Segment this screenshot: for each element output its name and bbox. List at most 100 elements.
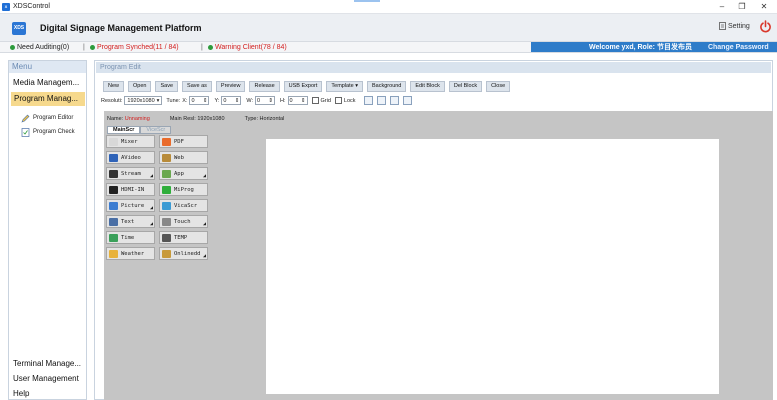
sidebar-subitem-program-editor[interactable]: Program Editor: [9, 111, 86, 125]
widget-temp-button[interactable]: TEMP: [159, 231, 208, 244]
picture-icon: [109, 201, 118, 210]
widget-app-button[interactable]: App ◢: [159, 167, 208, 180]
align-center-icon[interactable]: [376, 96, 386, 105]
tune-label: Tune:: [166, 97, 181, 104]
widget-hdmi-in-button[interactable]: HDMI-IN: [106, 183, 155, 196]
w-stepper[interactable]: 0 ⇕: [255, 96, 276, 105]
widget-label: TEMP: [174, 234, 188, 241]
widget-stream-button[interactable]: Stream ◢: [106, 167, 155, 180]
y-stepper[interactable]: 0 ⇕: [221, 96, 242, 105]
dropdown-arrow-icon: ▾: [355, 83, 359, 89]
setting-button[interactable]: Setting: [719, 22, 750, 30]
open-button[interactable]: Open: [128, 81, 152, 92]
mixer-icon: [109, 137, 118, 146]
platform-logo: XDS: [12, 22, 26, 35]
widget-label: Text: [121, 218, 135, 225]
layout-toolbar: Resoluti: 1920x1080 ▾ Tune: X: 0 ⇕ Y: 0 ⇕ W…: [101, 96, 412, 105]
program-synched-status[interactable]: Program Synched(11 / 84): [90, 44, 179, 51]
save-button[interactable]: Save: [155, 81, 179, 92]
need-auditing-label: Need Auditing(0): [17, 44, 70, 51]
stepper-arrows-icon: ⇕: [202, 97, 208, 104]
widget-label: Onlinedd: [174, 250, 201, 257]
warning-client-status[interactable]: Warning Client(78 / 84): [208, 44, 287, 51]
resolution-select[interactable]: 1920x1080 ▾: [124, 96, 163, 105]
grid-checkbox[interactable]: [311, 97, 319, 104]
submenu-indicator-icon: ◢: [202, 173, 206, 179]
x-stepper[interactable]: 0 ⇕: [189, 96, 210, 105]
align-right-icon[interactable]: [389, 96, 399, 105]
type-label: Type:: [244, 116, 259, 122]
template-label: Template: [331, 83, 354, 89]
program-name-value: Unnaming: [124, 116, 150, 122]
editor-workarea: Name: Unnaming Main Resl: 1920x1080 Type…: [104, 111, 773, 400]
widget-palette: Mixer PDF AVideo Web Stream ◢ App ◢ HDMI-IN MiPro…: [106, 135, 208, 260]
widget-label: Picture: [121, 202, 145, 209]
widget-weather-button[interactable]: Weather: [106, 247, 155, 260]
resolution-label: Resoluti:: [101, 97, 123, 104]
main-resolution-field: Main Resl: 1920x1080: [170, 116, 225, 122]
change-password-link[interactable]: Change Password: [708, 44, 769, 51]
align-left-icon[interactable]: [363, 96, 373, 105]
status-ok-dot-icon: [90, 45, 95, 50]
widget-label: Time: [121, 234, 135, 241]
save-as-button[interactable]: Save as: [182, 81, 212, 92]
background-button[interactable]: Background: [367, 81, 407, 92]
widget-picture-button[interactable]: Picture ◢: [106, 199, 155, 212]
sidebar-item-program-management[interactable]: Program Manag...: [11, 92, 85, 106]
widget-touch-button[interactable]: Touch ◢: [159, 215, 208, 228]
widget-text-button[interactable]: Text ◢: [106, 215, 155, 228]
sidebar-item-media-management[interactable]: Media Managem...: [9, 76, 86, 90]
sidebar-item-terminal-management[interactable]: Terminal Manage...: [9, 357, 86, 371]
maximize-button[interactable]: ❐: [731, 0, 753, 13]
usb-export-button[interactable]: USB Export: [283, 81, 323, 92]
widget-label: VicaScr: [174, 202, 198, 209]
screen-tabs: MainScr ViceScr: [107, 126, 172, 134]
h-stepper[interactable]: 0 ⇕: [287, 96, 308, 105]
lock-checkbox[interactable]: [334, 97, 342, 104]
widget-pdf-button[interactable]: PDF: [159, 135, 208, 148]
tab-vicescr[interactable]: ViceScr: [140, 126, 172, 134]
minimize-button[interactable]: –: [711, 0, 733, 13]
widget-mixer-button[interactable]: Mixer: [106, 135, 155, 148]
sidebar-item-help[interactable]: Help: [9, 387, 86, 400]
widget-time-button[interactable]: Time: [106, 231, 155, 244]
pencil-icon: [21, 114, 30, 123]
del-block-button[interactable]: Del Block: [448, 81, 483, 92]
program-canvas[interactable]: [266, 139, 719, 394]
sidebar-item-user-management[interactable]: User Management: [9, 372, 86, 386]
status-separator: |: [83, 44, 85, 51]
y-label: Y:: [214, 97, 220, 104]
widget-avideo-button[interactable]: AVideo: [106, 151, 155, 164]
edit-block-button[interactable]: Edit Block: [410, 81, 445, 92]
close-button[interactable]: ✕: [753, 0, 775, 13]
warning-client-label: Warning Client(78 / 84): [215, 44, 287, 51]
sidebar-subitem-program-check[interactable]: Program Check: [9, 125, 86, 139]
program-synched-label: Program Synched(11 / 84): [97, 44, 179, 51]
template-dropdown[interactable]: Template ▾: [326, 81, 364, 92]
x-label: X:: [182, 97, 188, 104]
pdf-icon: [162, 137, 171, 146]
close-editor-button[interactable]: Close: [486, 81, 511, 92]
status-bar: Need Auditing(0) | Program Synched(11 / …: [0, 41, 777, 53]
widget-onlinedd-button[interactable]: Onlinedd ◢: [159, 247, 208, 260]
power-icon[interactable]: [759, 20, 772, 33]
h-label: H:: [280, 97, 286, 104]
distribute-icon[interactable]: [402, 96, 412, 105]
dropdown-arrow-icon: ▾: [156, 97, 160, 104]
tab-mainscr[interactable]: MainScr: [107, 126, 141, 134]
widget-miprog-button[interactable]: MiProg: [159, 183, 208, 196]
release-button[interactable]: Release: [249, 81, 280, 92]
program-editor-label: Program Editor: [33, 115, 74, 121]
main-res-value: 1920x1080: [197, 116, 225, 122]
widget-web-button[interactable]: Web: [159, 151, 208, 164]
type-value: Horizontal: [259, 116, 285, 122]
widget-vicascr-button[interactable]: VicaScr: [159, 199, 208, 212]
widget-label: HDMI-IN: [121, 186, 145, 193]
preview-button[interactable]: Preview: [215, 81, 246, 92]
need-auditing-status[interactable]: Need Auditing(0): [10, 44, 69, 51]
submenu-indicator-icon: ◢: [202, 221, 206, 227]
h-value: 0: [289, 97, 293, 104]
stepper-arrows-icon: ⇕: [234, 97, 240, 104]
new-button[interactable]: New: [103, 81, 125, 92]
widget-label: Web: [174, 154, 184, 161]
